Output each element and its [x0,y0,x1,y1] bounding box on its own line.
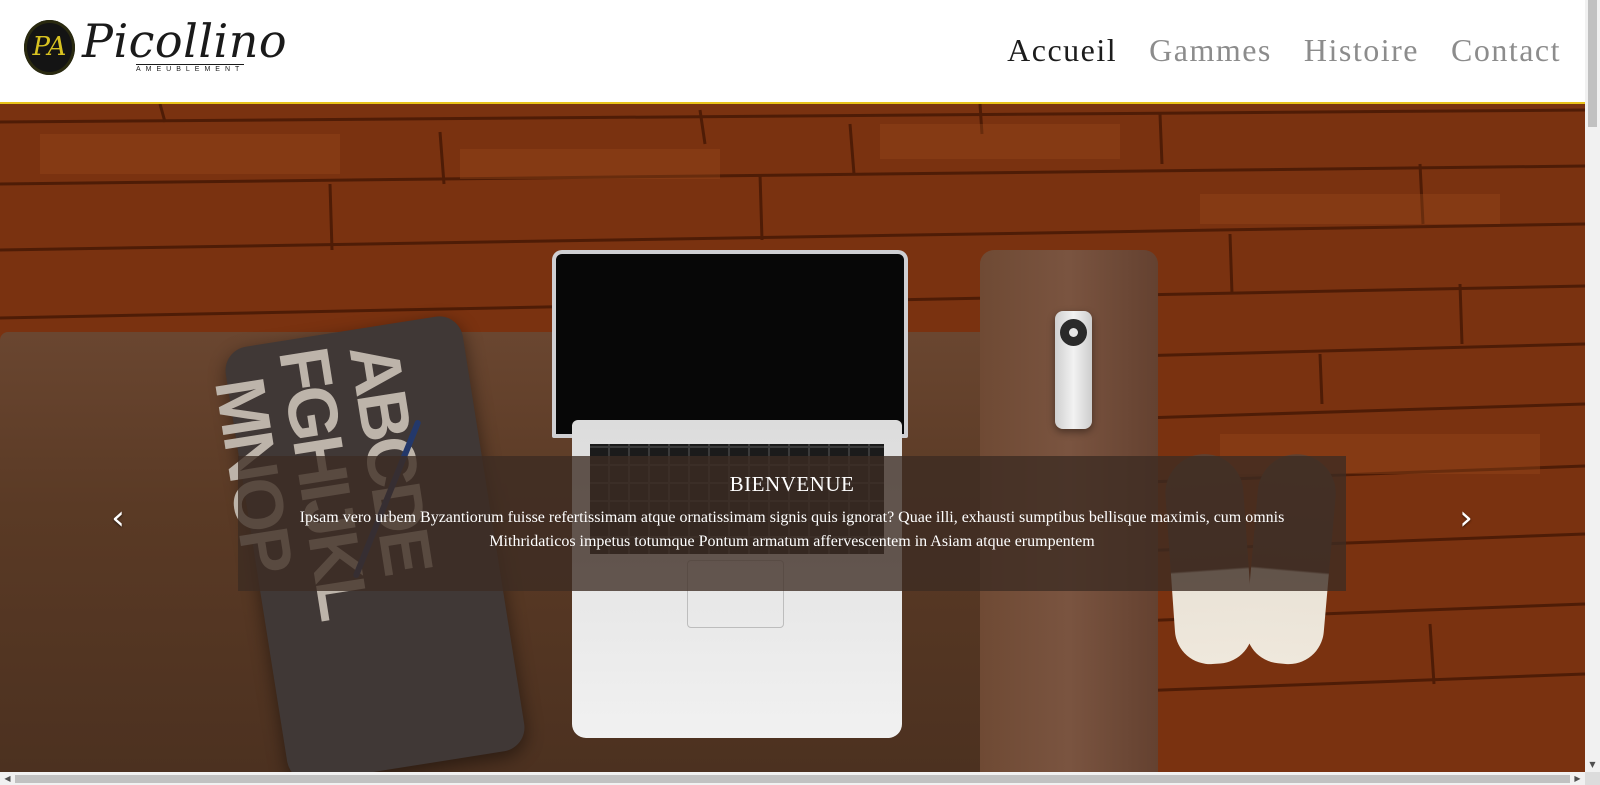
remote-wheel-icon [1060,319,1087,346]
chevron-right-icon: › [1459,498,1473,538]
chevron-left-icon: ‹ [111,498,125,538]
logo-monogram-icon: PA [24,20,75,75]
nav-item-gammes[interactable]: Gammes [1149,26,1272,74]
scroll-left-icon[interactable]: ◀ [0,772,15,785]
nav-item-histoire[interactable]: Histoire [1304,26,1419,74]
vertical-scrollbar[interactable]: ▼ [1585,0,1600,772]
remote-control [1055,311,1092,429]
scrollbar-corner [1585,772,1600,785]
logo-monogram-text: PA [32,32,67,62]
horizontal-scrollbar-thumb[interactable] [15,775,1570,783]
caption-text: Ipsam vero urbem Byzantiorum fuisse refe… [299,509,1285,550]
brand-subtitle: AMEUBLEMENT [136,64,245,73]
nav-item-contact[interactable]: Contact [1451,26,1561,74]
caption-title: BIENVENUE [729,472,855,496]
scroll-down-icon[interactable]: ▼ [1585,757,1600,772]
nav-item-accueil[interactable]: Accueil [1007,26,1117,74]
carousel-next-button[interactable]: › [1446,488,1486,548]
carousel-prev-button[interactable]: ‹ [98,488,138,548]
carousel-caption: BIENVENUE Ipsam vero urbem Byzantiorum f… [238,456,1346,591]
brand-name: Picollino [82,14,288,68]
vertical-scrollbar-thumb[interactable] [1588,0,1597,127]
site-header: PA Picollino AMEUBLEMENT Accueil Gammes … [0,0,1585,104]
main-nav: Accueil Gammes Histoire Contact [1007,26,1561,74]
hero-carousel: ABCDE FGHIJKL MNOP BIENVENUE Ipsam vero … [0,104,1585,772]
brand-logo[interactable]: PA Picollino AMEUBLEMENT [24,14,287,78]
horizontal-scrollbar[interactable]: ◀ ▶ [0,772,1585,785]
laptop-screen [552,250,908,438]
scroll-right-icon[interactable]: ▶ [1570,772,1585,785]
